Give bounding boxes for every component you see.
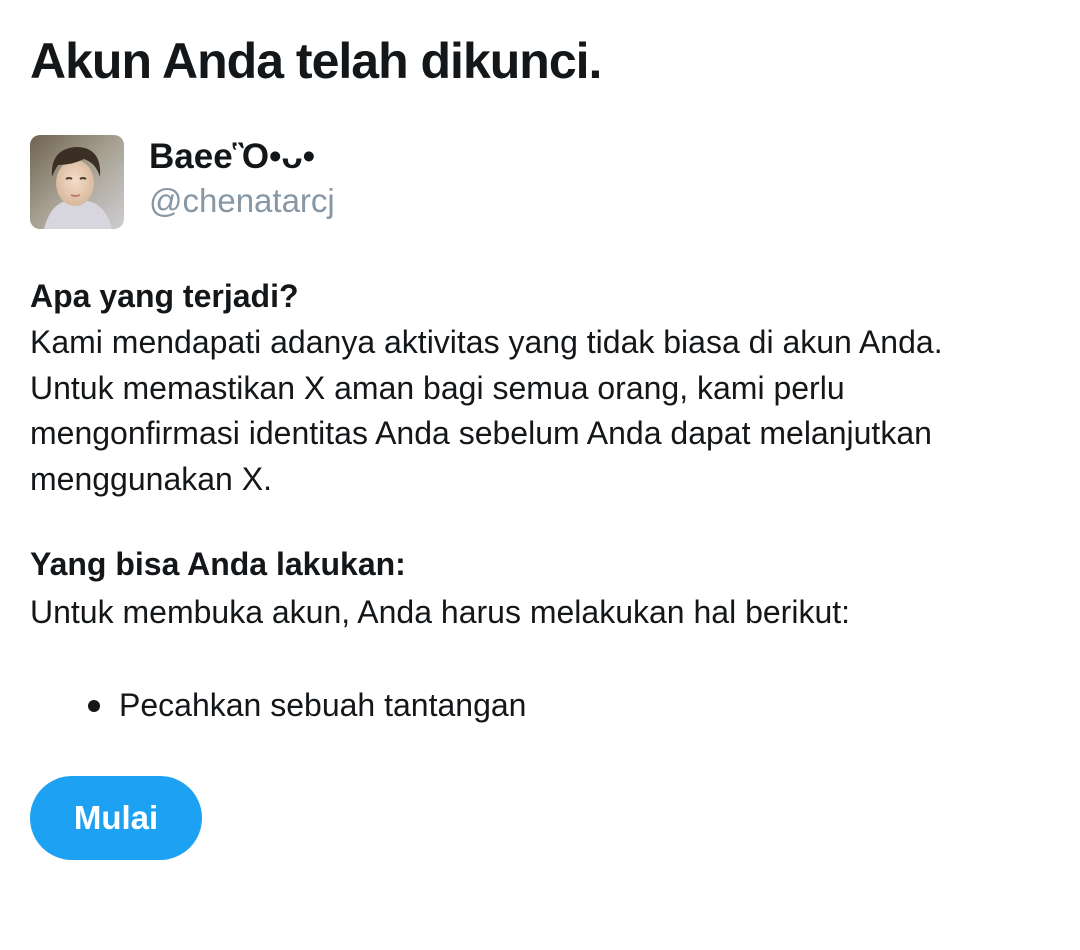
section-body-what-you-can-do: Untuk membuka akun, Anda harus melakukan… xyxy=(30,594,851,630)
section-heading-what-happened: Apa yang terjadi? xyxy=(30,278,299,314)
bullet-icon xyxy=(88,700,100,712)
section-heading-what-you-can-do: Yang bisa Anda lakukan: xyxy=(30,546,406,582)
profile-photo-icon xyxy=(30,135,124,229)
display-name: BaeeὋ•ᴗ• xyxy=(149,137,316,176)
list-item-label: Pecahkan sebuah tantangan xyxy=(119,687,527,723)
section-body-what-happened: Kami mendapati adanya aktivitas yang tid… xyxy=(30,324,943,497)
user-handle: @chenatarcj xyxy=(149,182,335,219)
start-button[interactable]: Mulai xyxy=(30,776,202,860)
user-card: BaeeὋ•ᴗ• @chenatarcj xyxy=(30,135,335,231)
avatar xyxy=(30,135,124,229)
list-item: Pecahkan sebuah tantangan xyxy=(88,683,526,727)
required-steps-list: Pecahkan sebuah tantangan xyxy=(88,683,526,727)
user-info: BaeeὋ•ᴗ• @chenatarcj xyxy=(149,135,335,221)
page-title: Akun Anda telah dikunci. xyxy=(30,33,602,89)
